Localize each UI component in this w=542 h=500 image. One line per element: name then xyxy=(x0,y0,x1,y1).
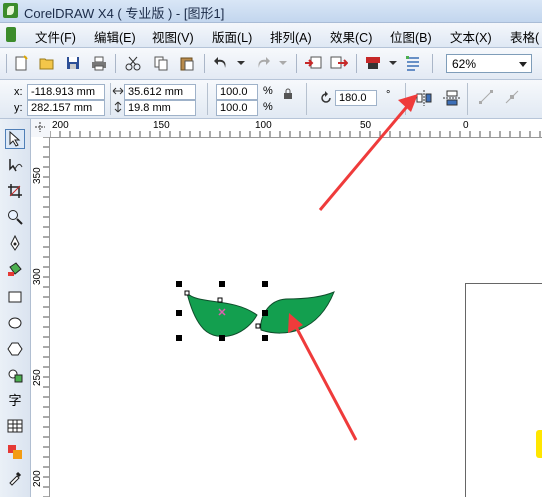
print-icon[interactable] xyxy=(90,54,108,72)
open-folder-icon[interactable] xyxy=(38,54,56,72)
vertical-ruler[interactable] xyxy=(31,136,50,498)
table-tool-icon[interactable] xyxy=(5,416,25,436)
chevron-down-icon xyxy=(519,62,527,67)
menu-arrange[interactable]: 排列(A) xyxy=(270,27,312,46)
ruler-label: 150 xyxy=(153,120,170,131)
menu-effects[interactable]: 效果(C) xyxy=(330,27,372,46)
menu-table[interactable]: 表格( xyxy=(510,27,539,46)
percent-label: % xyxy=(263,85,273,97)
eyedropper-tool-icon[interactable] xyxy=(5,468,25,488)
paste-icon[interactable] xyxy=(178,54,196,72)
property-separator xyxy=(306,83,307,115)
menu-edit[interactable]: 编辑(E) xyxy=(94,27,136,46)
ruler-label: 0 xyxy=(463,120,469,131)
interactive-fill-tool-icon[interactable] xyxy=(5,442,25,462)
ruler-label: 300 xyxy=(32,268,43,285)
ellipse-tool-icon[interactable] xyxy=(5,313,25,333)
degree-label: ° xyxy=(386,89,391,101)
title-bar: CorelDRAW X4 ( 专业版 ) - [图形1] xyxy=(0,0,542,23)
menu-bar: 文件(F) 编辑(E) 视图(V) 版面(L) 排列(A) 效果(C) 位图(B… xyxy=(0,23,542,48)
launcher-dropdown-icon[interactable] xyxy=(384,54,402,72)
ruler-label: 100 xyxy=(255,120,272,131)
to-curves-icon[interactable] xyxy=(478,89,494,108)
toolbox: 字 xyxy=(0,119,31,497)
ruler-label: 200 xyxy=(52,120,69,131)
polygon-tool-icon[interactable] xyxy=(5,339,25,359)
menu-file[interactable]: 文件(F) xyxy=(35,27,76,46)
yellow-object-edge[interactable] xyxy=(536,430,542,458)
menu-text[interactable]: 文本(X) xyxy=(450,27,492,46)
ruler-label: 200 xyxy=(32,470,43,487)
text-tool-icon[interactable]: 字 xyxy=(5,389,25,409)
undo-dropdown-icon[interactable] xyxy=(232,54,250,72)
rectangle-tool-icon[interactable] xyxy=(5,287,25,307)
break-apart-icon[interactable] xyxy=(504,89,520,108)
menu-view[interactable]: 视图(V) xyxy=(152,27,194,46)
zoom-level-select[interactable]: 62% xyxy=(446,54,532,73)
basic-shapes-tool-icon[interactable] xyxy=(5,365,25,385)
y-label: y: xyxy=(14,102,23,114)
document-icon[interactable] xyxy=(6,27,16,42)
rotation-icon xyxy=(319,91,333,108)
new-document-icon[interactable] xyxy=(12,54,30,72)
mirror-horizontal-icon[interactable] xyxy=(415,90,433,109)
copy-icon[interactable] xyxy=(152,54,170,72)
undo-icon[interactable] xyxy=(212,54,230,72)
height-field[interactable]: 19.8 mm xyxy=(124,100,196,116)
toolbar-separator xyxy=(432,54,433,73)
mirror-vertical-icon[interactable] xyxy=(443,90,461,109)
save-icon[interactable] xyxy=(64,54,82,72)
toolbar-separator xyxy=(296,54,297,73)
ruler-label: 50 xyxy=(360,120,372,131)
window-title: CorelDRAW X4 ( 专业版 ) - [图形1] xyxy=(24,6,225,21)
percent-label: % xyxy=(263,101,273,113)
freehand-tool-icon[interactable] xyxy=(5,233,25,253)
property-separator xyxy=(405,83,406,115)
ruler-label: 250 xyxy=(32,369,43,386)
property-separator xyxy=(110,83,111,115)
pick-tool-icon[interactable] xyxy=(5,129,25,149)
x-label: x: xyxy=(14,86,23,98)
page-border xyxy=(465,283,542,497)
zoom-tool-icon[interactable] xyxy=(5,207,25,227)
rotation-angle-field[interactable]: 180.0 xyxy=(335,90,377,106)
x-position-field[interactable]: -118.913 mm xyxy=(27,84,105,100)
menu-layout[interactable]: 版面(L) xyxy=(212,27,252,46)
coreldraw-app-icon[interactable] xyxy=(3,3,18,18)
redo-dropdown-icon[interactable] xyxy=(274,54,292,72)
toolbar-separator xyxy=(356,54,357,73)
toolbar-separator xyxy=(204,54,205,73)
export-icon[interactable] xyxy=(330,54,348,72)
toolbar-grip xyxy=(6,54,7,73)
menu-bitmaps[interactable]: 位图(B) xyxy=(390,27,432,46)
zoom-level-value: 62% xyxy=(452,57,477,71)
cut-icon[interactable] xyxy=(124,54,142,72)
y-position-field[interactable]: 282.157 mm xyxy=(27,100,105,116)
shape-tool-icon[interactable] xyxy=(5,155,25,175)
property-separator xyxy=(207,83,208,115)
smart-fill-tool-icon[interactable] xyxy=(5,259,25,279)
height-icon xyxy=(112,101,124,116)
application-launcher-icon[interactable] xyxy=(364,54,382,72)
ruler-label: 350 xyxy=(32,167,43,184)
import-icon[interactable] xyxy=(304,54,322,72)
lock-ratio-icon[interactable] xyxy=(283,88,293,103)
width-field[interactable]: 35.612 mm xyxy=(124,84,196,100)
scale-y-field[interactable]: 100.0 xyxy=(216,100,258,116)
toolbar-separator xyxy=(115,54,116,73)
scale-x-field[interactable]: 100.0 xyxy=(216,84,258,100)
redo-icon[interactable] xyxy=(254,54,272,72)
welcome-screen-icon[interactable] xyxy=(404,54,422,72)
ruler-origin[interactable] xyxy=(31,119,51,138)
property-separator xyxy=(467,83,468,115)
width-icon xyxy=(112,85,124,100)
crop-tool-icon[interactable] xyxy=(5,181,25,201)
